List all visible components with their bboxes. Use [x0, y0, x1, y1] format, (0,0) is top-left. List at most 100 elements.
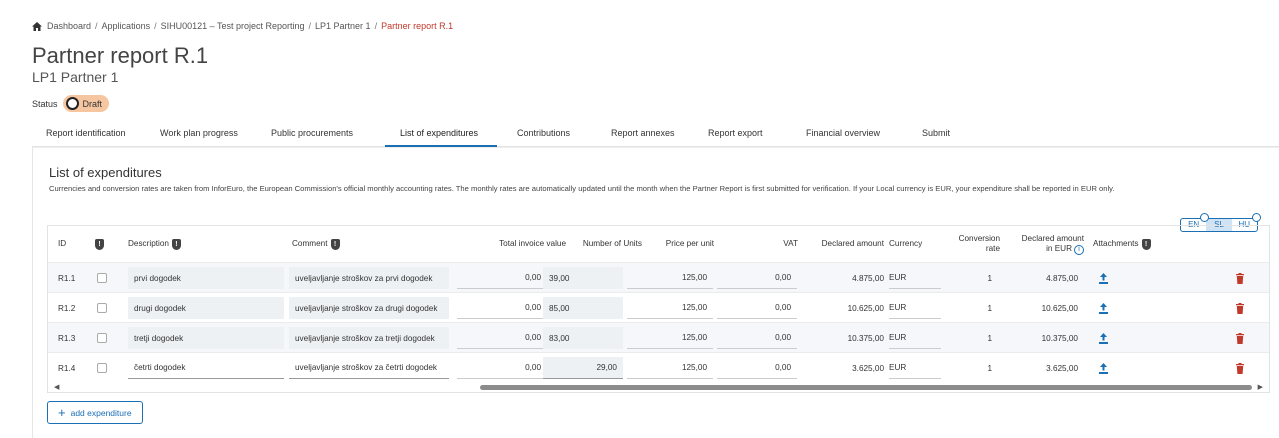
table-row[interactable]: R1.3 tretji dogodek uveljavljanje strošk… — [48, 322, 1269, 352]
row-id: R1.3 — [58, 333, 76, 343]
upload-icon[interactable] — [1098, 332, 1109, 344]
comment-input[interactable]: uveljavljanje stroškov za drugi dogodek — [289, 297, 449, 319]
total-invoice-input[interactable]: 0,00 — [457, 327, 547, 349]
comment-input[interactable]: uveljavljanje stroškov za prvi dogodek — [289, 267, 449, 289]
tab-financial-overview[interactable]: Financial overview — [790, 122, 908, 147]
description-input[interactable]: tretji dogodek — [128, 327, 284, 349]
breadcrumb-separator: / — [95, 21, 98, 31]
currency-select[interactable]: EUR — [889, 327, 941, 349]
delete-button[interactable] — [1236, 263, 1244, 293]
breadcrumb-dashboard[interactable]: Dashboard — [47, 21, 91, 31]
breadcrumb-project[interactable]: SIHU00121 – Test project Reporting — [161, 21, 305, 31]
table-row[interactable]: R1.1 prvi dogodek uveljavljanje stroškov… — [48, 262, 1269, 292]
comment-input[interactable]: uveljavljanje stroškov za četrti dogodek — [289, 357, 449, 379]
breadcrumb-separator: / — [308, 21, 312, 31]
comment-input[interactable]: uveljavljanje stroškov za tretji dogodek — [289, 327, 449, 349]
vat-input[interactable]: 0,00 — [717, 327, 797, 349]
price-value: 125,00 — [627, 357, 713, 379]
table-row[interactable]: R1.4 četrti dogodek uveljavljanje strošk… — [48, 352, 1269, 382]
tab-report-export[interactable]: Report export — [692, 122, 790, 147]
currency-select[interactable]: EUR — [889, 297, 941, 319]
trash-icon[interactable] — [1236, 332, 1244, 344]
status-badge: Draft — [62, 95, 110, 112]
checkbox[interactable] — [97, 273, 107, 283]
declared-value: 10.375,00 — [847, 333, 884, 343]
upload-button[interactable] — [1098, 293, 1109, 323]
row-checkbox[interactable] — [97, 263, 107, 293]
upload-icon[interactable] — [1098, 272, 1109, 284]
col-declared-eur-unit: in EUR — [1046, 243, 1072, 253]
total-invoice-input[interactable]: 0,00 — [457, 267, 547, 289]
delete-button[interactable] — [1236, 353, 1244, 383]
row-checkbox[interactable] — [97, 353, 107, 383]
tab-submit[interactable]: Submit — [908, 122, 968, 147]
total-invoice-input[interactable]: 0,00 — [457, 297, 547, 319]
currency-select[interactable]: EUR — [889, 357, 941, 379]
section-title: List of expenditures — [49, 165, 162, 180]
units-input[interactable]: 85,00 — [543, 297, 623, 319]
col-description-label: Description — [128, 239, 169, 248]
draft-status-icon — [65, 97, 79, 110]
tab-list-of-expenditures[interactable]: List of expenditures — [385, 122, 497, 147]
table-row[interactable]: R1.2 drugi dogodek uveljavljanje stroško… — [48, 292, 1269, 322]
scrollbar-thumb[interactable] — [480, 385, 1252, 390]
breadcrumb: Dashboard / Applications / SIHU00121 – T… — [32, 21, 453, 31]
row-id: R1.4 — [58, 363, 76, 373]
row-checkbox[interactable] — [97, 323, 107, 353]
shield-icon: ! — [171, 238, 181, 250]
shield-icon: ! — [330, 238, 340, 250]
col-attachments: Attachments! — [1093, 226, 1151, 262]
upload-icon[interactable] — [1098, 362, 1109, 374]
rate-value: 1 — [987, 303, 992, 313]
add-expenditure-button[interactable]: + add expenditure — [47, 401, 143, 424]
col-conversion: Conversion rate — [928, 226, 1000, 262]
scroll-right-arrow-icon[interactable]: ▶ — [1258, 383, 1263, 391]
declared-eur-value: 10.375,00 — [1041, 333, 1078, 343]
add-expenditure-label: add expenditure — [70, 407, 132, 418]
checkbox[interactable] — [97, 303, 107, 313]
upload-button[interactable] — [1098, 263, 1109, 293]
col-units: Number of Units — [582, 239, 642, 248]
declared-eur-value: 3.625,00 — [1046, 363, 1078, 373]
col-vat: VAT — [783, 239, 798, 248]
tab-work-plan-progress[interactable]: Work plan progress — [160, 122, 271, 147]
vat-input[interactable]: 0,00 — [717, 267, 797, 289]
tab-report-annexes[interactable]: Report annexes — [596, 122, 692, 147]
breadcrumb-applications[interactable]: Applications — [102, 21, 151, 31]
units-input[interactable]: 29,00 — [543, 357, 623, 379]
trash-icon[interactable] — [1236, 302, 1244, 314]
tab-report-identification[interactable]: Report identification — [46, 122, 160, 147]
row-checkbox[interactable] — [97, 293, 107, 323]
description-input[interactable]: drugi dogodek — [128, 297, 284, 319]
trash-icon[interactable] — [1236, 362, 1244, 374]
units-input[interactable]: 39,00 — [543, 267, 623, 289]
total-invoice-input[interactable]: 0,00 — [457, 357, 547, 379]
delete-button[interactable] — [1236, 293, 1244, 323]
horizontal-scrollbar[interactable]: ◀ ▶ — [48, 382, 1269, 393]
tab-contributions[interactable]: Contributions — [497, 122, 596, 147]
col-id: ID — [58, 239, 67, 248]
breadcrumb-partner[interactable]: LP1 Partner 1 — [315, 21, 371, 31]
upload-button[interactable] — [1098, 353, 1109, 383]
checkbox[interactable] — [97, 363, 107, 373]
vat-input[interactable]: 0,00 — [717, 297, 797, 319]
currency-select[interactable]: EUR — [889, 267, 941, 289]
upload-icon[interactable] — [1098, 302, 1109, 314]
units-input[interactable]: 83,00 — [543, 327, 623, 349]
status-value: Draft — [82, 98, 103, 109]
description-input[interactable]: prvi dogodek — [128, 267, 284, 289]
description-input[interactable]: četrti dogodek — [128, 357, 284, 379]
home-icon[interactable] — [32, 21, 42, 31]
info-icon[interactable]: i — [1074, 244, 1084, 255]
tab-public-procurements[interactable]: Public procurements — [271, 122, 385, 147]
upload-button[interactable] — [1098, 323, 1109, 353]
report-tabs: Report identification Work plan progress… — [32, 122, 1279, 147]
trash-icon[interactable] — [1236, 272, 1244, 284]
delete-button[interactable] — [1236, 323, 1244, 353]
lang-knob-left — [1200, 213, 1209, 222]
vat-input[interactable]: 0,00 — [717, 357, 797, 379]
section-description: Currencies and conversion rates are take… — [49, 184, 1115, 193]
status-label: Status — [32, 98, 58, 109]
checkbox[interactable] — [97, 333, 107, 343]
scroll-left-arrow-icon[interactable]: ◀ — [54, 383, 59, 391]
